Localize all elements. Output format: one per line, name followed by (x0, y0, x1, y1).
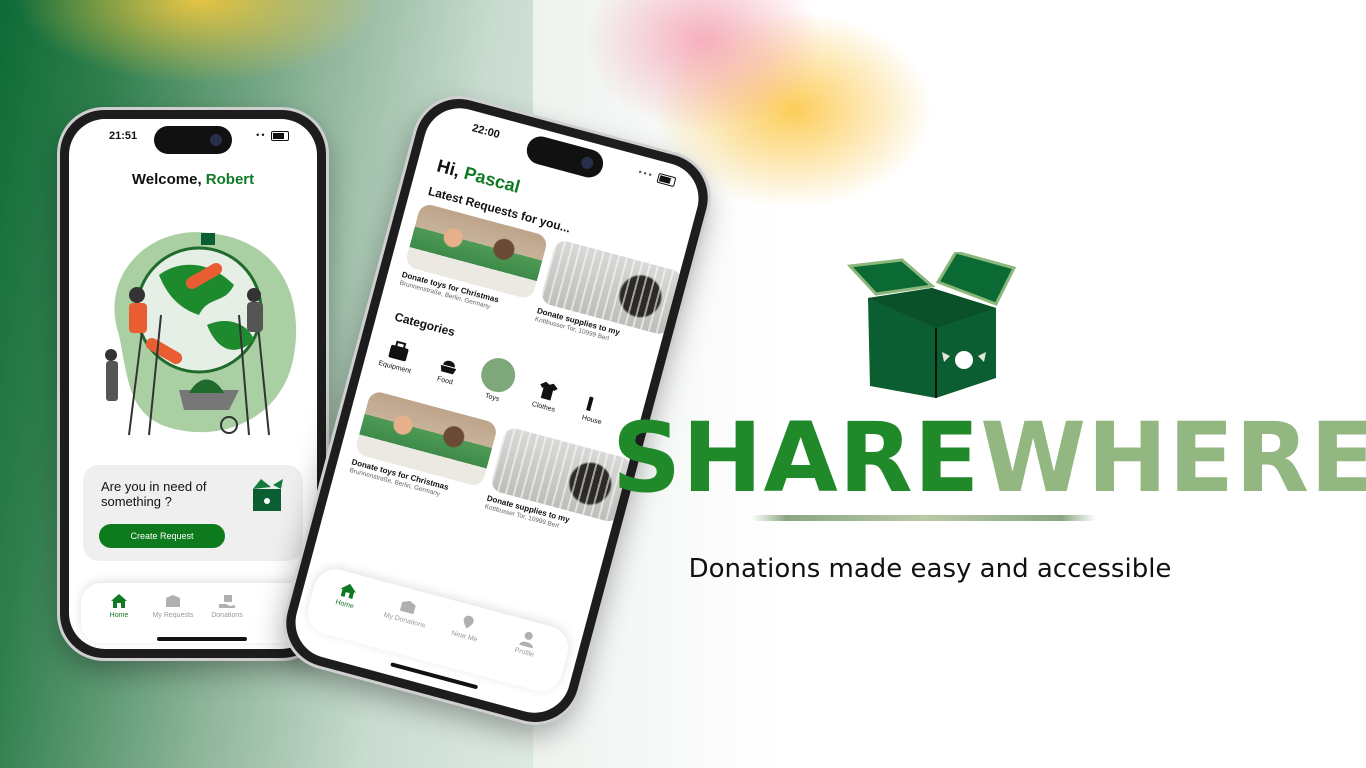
home-icon (111, 594, 127, 608)
wifi-icon: •• (256, 130, 267, 140)
category-equipment[interactable]: Equipment (370, 334, 427, 378)
home-icon (340, 583, 357, 599)
tab-donations[interactable]: Donations (197, 593, 257, 619)
tab-profile[interactable]: Profile (494, 623, 559, 664)
earth-care-illustration (105, 232, 297, 436)
box-icon (399, 600, 416, 615)
user-name: Robert (205, 171, 255, 188)
status-icons: ••• (637, 166, 677, 187)
battery-icon (656, 172, 677, 187)
bottom-tab-bar: Home My Requests Donations (81, 583, 317, 643)
tab-label: Home (334, 598, 355, 611)
tab-label: Profile (513, 646, 535, 659)
tab-label: Donations (211, 612, 243, 619)
status-icons: •• (256, 130, 289, 141)
welcome-prefix: Welcome, (131, 171, 206, 188)
wordmark-underline (752, 515, 1096, 521)
shirt-icon (540, 381, 558, 401)
location-pin-icon (463, 615, 474, 629)
tab-my-donations[interactable]: My Donations (375, 591, 440, 632)
status-time: 21:51 (109, 130, 138, 142)
request-prompt-text: Are you in need of something ? (101, 479, 207, 509)
food-icon (440, 360, 457, 375)
dynamic-island (154, 126, 232, 154)
dynamic-island (523, 133, 607, 181)
sharewhere-wordmark: SHAREWHERE (612, 408, 1366, 508)
tab-label: My Requests (152, 612, 194, 619)
tab-label: Home (109, 612, 129, 619)
category-toys[interactable]: Toys (467, 352, 527, 407)
category-clothes[interactable]: Clothes (518, 373, 575, 417)
hand-gift-icon (219, 595, 235, 608)
category-label: House (580, 414, 603, 427)
welcome-title: Welcome, Robert (69, 171, 317, 188)
box-icon (166, 595, 180, 607)
tab-near-me[interactable]: Near Me (434, 607, 499, 648)
request-card[interactable]: Donate supplies to my Kottbusser Tor, 10… (534, 238, 685, 357)
tab-home[interactable]: Home (89, 593, 149, 619)
category-label: Toys (484, 392, 500, 404)
donation-box-icon (253, 479, 283, 511)
home-indicator (157, 637, 247, 641)
phone-screen: 21:51 •• Welcome, Robert Are you in need… (69, 119, 317, 649)
create-request-button[interactable]: Create Request (99, 524, 225, 548)
user-name: Pascal (461, 162, 523, 197)
teddy-bear-icon (477, 354, 520, 396)
battery-icon (271, 130, 289, 141)
tagline: Donations made easy and accessible (688, 554, 1172, 584)
wordmark-where: WHERE (980, 402, 1366, 514)
request-prompt-card: Are you in need of something ? Create Re… (83, 465, 303, 561)
phone-mockup-home: 21:51 •• Welcome, Robert Are you in need… (60, 110, 326, 658)
tab-home[interactable]: Home (315, 575, 380, 616)
tab-my-requests[interactable]: My Requests (143, 593, 203, 619)
wordmark-share: SHARE (612, 402, 981, 514)
sharewhere-box-logo-icon (846, 252, 1017, 398)
toolbox-icon (388, 340, 409, 362)
person-icon (519, 631, 533, 649)
categories-title: Categories (393, 309, 457, 340)
request-card[interactable]: Donate toys for Christmas Brunnenstraße,… (349, 389, 499, 508)
category-label: Food (436, 375, 454, 387)
wifi-icon: ••• (637, 166, 655, 181)
house-icon (586, 396, 594, 412)
status-time: 22:00 (470, 122, 502, 142)
category-food[interactable]: Food (420, 347, 477, 391)
tab-label: My Donations (382, 611, 427, 630)
